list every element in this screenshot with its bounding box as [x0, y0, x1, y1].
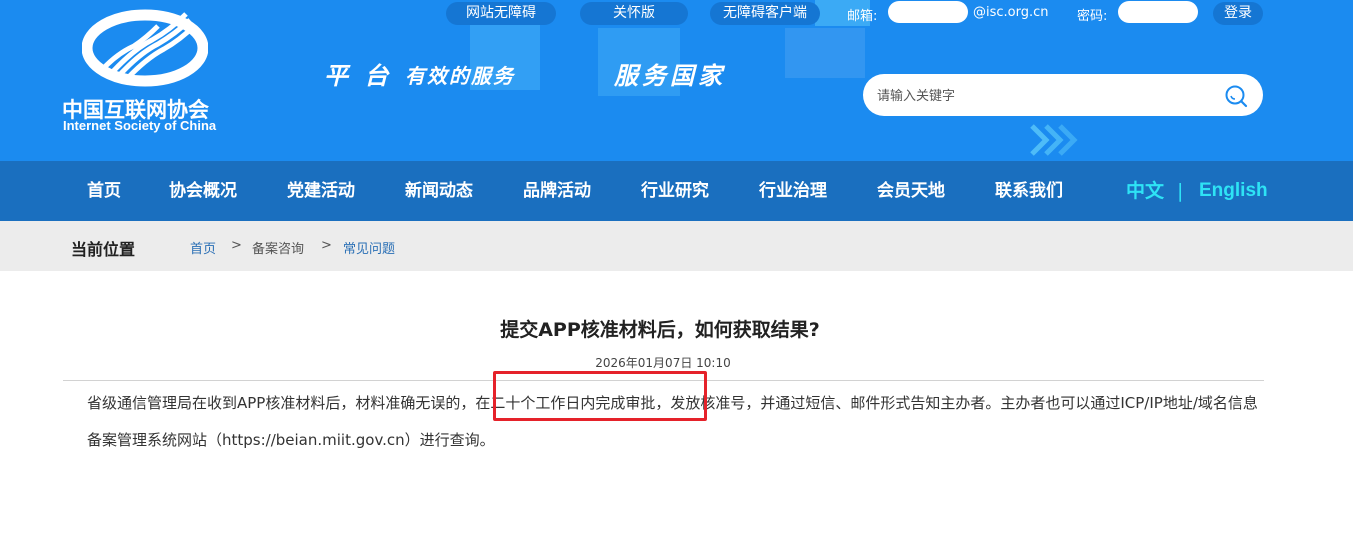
slogan-effective-service: 有效的服务 — [405, 64, 515, 88]
nav-item-news[interactable]: 新闻动态 — [405, 161, 473, 221]
care-mode-button[interactable]: 关怀版 — [580, 2, 688, 25]
lang-chinese-link[interactable]: 中文 — [1126, 161, 1164, 221]
nav-item-industry-research[interactable]: 行业研究 — [641, 161, 709, 221]
email-label: 邮箱: — [847, 9, 878, 24]
nav-item-contact[interactable]: 联系我们 — [995, 161, 1063, 221]
site-header: 中国互联网协会 Internet Society of China 平 台 有效… — [0, 0, 1353, 161]
nav-item-party-building[interactable]: 党建活动 — [287, 161, 355, 221]
password-field[interactable] — [1118, 1, 1198, 23]
login-button[interactable]: 登录 — [1213, 2, 1263, 25]
email-domain-suffix: @isc.org.cn — [973, 5, 1049, 20]
slogan-serve-nation: 服务国家 — [614, 61, 726, 90]
nav-item-industry-governance[interactable]: 行业治理 — [759, 161, 827, 221]
nav-item-members[interactable]: 会员天地 — [877, 161, 945, 221]
password-label: 密码: — [1077, 9, 1108, 24]
email-field[interactable] — [888, 1, 968, 23]
nav-item-brand-events[interactable]: 品牌活动 — [523, 161, 591, 221]
search-box — [863, 74, 1263, 116]
main-nav: 首页 协会概况 党建活动 新闻动态 品牌活动 行业研究 行业治理 会员天地 联系… — [0, 161, 1353, 221]
slogan-platform: 平 台 — [324, 61, 393, 90]
breadcrumb: 当前位置 首页 > 备案咨询 > 常见问题 — [0, 221, 1353, 271]
search-input[interactable] — [877, 74, 1207, 116]
isc-logo-icon — [82, 9, 208, 87]
lang-separator: | — [1177, 180, 1184, 202]
accessible-client-button[interactable]: 无障碍客户端 — [710, 2, 820, 25]
breadcrumb-separator: > — [231, 238, 242, 253]
article-title: 提交APP核准材料后，如何获取结果? — [500, 319, 820, 341]
decorative-block — [785, 28, 865, 78]
breadcrumb-title: 当前位置 — [71, 240, 136, 259]
highlight-annotation-box — [493, 371, 707, 421]
logo-english-name: Internet Society of China — [63, 118, 217, 133]
breadcrumb-faq-link[interactable]: 常见问题 — [343, 238, 395, 257]
search-icon[interactable] — [1222, 82, 1250, 110]
breadcrumb-home-link[interactable]: 首页 — [190, 238, 216, 257]
breadcrumb-separator: > — [321, 238, 332, 253]
chevron-right-decoration-icon — [1030, 124, 1078, 156]
lang-english-link[interactable]: English — [1199, 161, 1268, 221]
article-date: 2026年01月07日 10:10 — [595, 356, 731, 370]
site-logo[interactable]: 中国互联网协会 Internet Society of China — [62, 8, 232, 138]
nav-item-about[interactable]: 协会概况 — [169, 161, 237, 221]
breadcrumb-filing-link[interactable]: 备案咨询 — [252, 238, 304, 257]
accessibility-button[interactable]: 网站无障碍 — [446, 2, 556, 25]
nav-item-home[interactable]: 首页 — [87, 161, 121, 221]
